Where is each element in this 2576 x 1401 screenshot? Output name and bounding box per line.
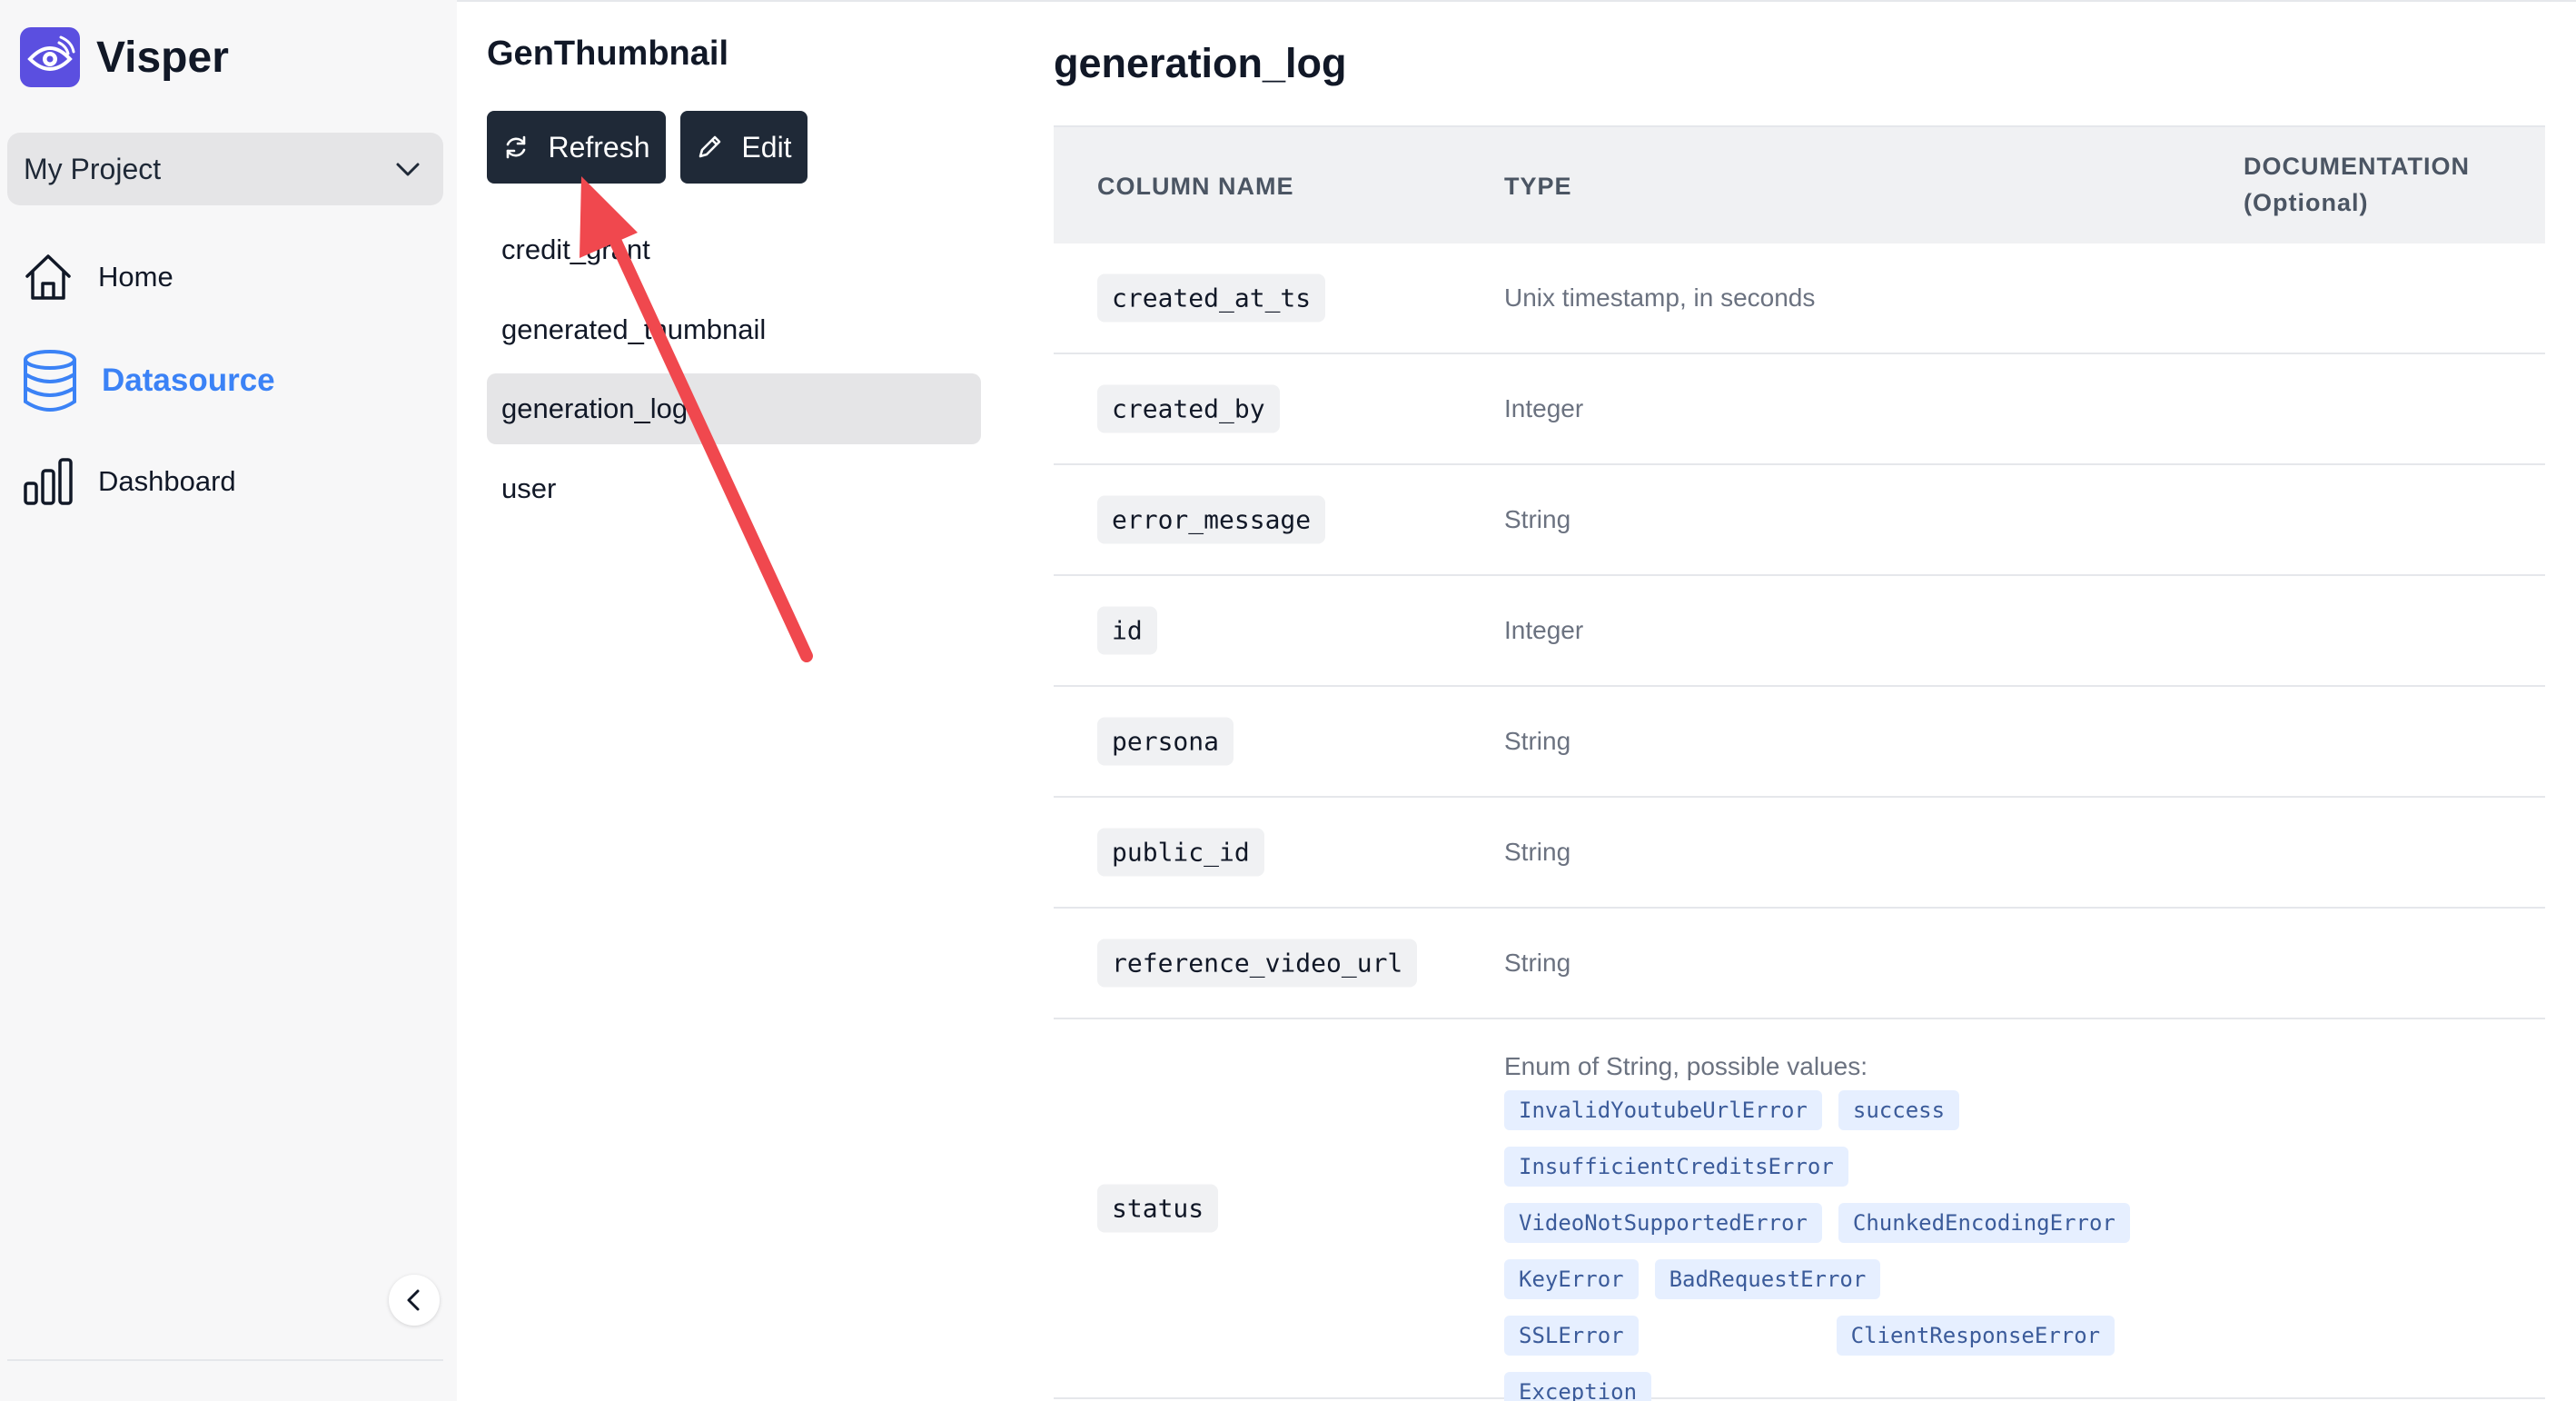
table-row: created_at_ts Unix timestamp, in seconds — [1054, 243, 2545, 354]
column-name: created_by — [1097, 384, 1280, 433]
sidebar-divider — [7, 1359, 443, 1361]
nav-item-label: Dashboard — [98, 465, 236, 497]
edit-button-label: Edit — [741, 130, 792, 164]
nav-item-label: Datasource — [102, 363, 275, 398]
table-item-credit-grant[interactable]: credit_grant — [487, 214, 981, 285]
column-name: id — [1097, 606, 1157, 655]
chevron-left-icon — [407, 1289, 420, 1311]
table-row: created_by Integer — [1054, 354, 2545, 465]
refresh-icon — [502, 134, 530, 161]
enum-intro: Enum of String, possible values: — [1504, 1052, 1868, 1080]
enum-tag: SSLError — [1504, 1316, 1639, 1356]
column-name: error_message — [1097, 495, 1326, 544]
column-name: created_at_ts — [1097, 273, 1326, 323]
enum-tag: success — [1838, 1090, 1960, 1130]
column-type: String — [1504, 727, 1571, 755]
header-column-name: COLUMN NAME — [1097, 173, 1294, 200]
table-row: id Integer — [1054, 576, 2545, 687]
table-row: error_message String — [1054, 465, 2545, 576]
edit-button[interactable]: Edit — [680, 111, 807, 184]
nav-item-dashboard[interactable]: Dashboard — [22, 456, 236, 507]
header-type: TYPE — [1504, 173, 1572, 200]
header-documentation: DOCUMENTATION — [2244, 153, 2470, 180]
datasource-name: GenThumbnail — [487, 35, 728, 73]
table-item-user[interactable]: user — [487, 453, 981, 524]
column-type: Integer — [1504, 394, 1584, 422]
nav-item-home[interactable]: Home — [22, 251, 173, 303]
database-icon — [24, 350, 76, 412]
table-item-generated-thumbnail[interactable]: generated_thumbnail — [487, 294, 981, 365]
column-type: String — [1504, 838, 1571, 866]
enum-tag: BadRequestError — [1654, 1259, 1881, 1299]
chevron-down-icon — [396, 163, 420, 176]
brand[interactable]: Visper — [20, 27, 229, 87]
refresh-button[interactable]: Refresh — [487, 111, 666, 184]
column-type: String — [1504, 949, 1571, 977]
column-name: status — [1097, 1184, 1219, 1233]
header-documentation-optional: (Optional) — [2244, 189, 2369, 216]
column-type: String — [1504, 505, 1571, 533]
bar-chart-icon — [24, 458, 73, 505]
column-type: Unix timestamp, in seconds — [1504, 283, 1816, 312]
project-select[interactable]: My Project — [7, 133, 443, 205]
table-item-generation-log[interactable]: generation_log — [487, 373, 981, 444]
schema-table: COLUMN NAME TYPE DOCUMENTATION (Optional… — [1054, 125, 2545, 1401]
enum-tag: KeyError — [1504, 1259, 1639, 1299]
sidebar: Visper My Project Home Datasource Dashbo… — [0, 0, 457, 1401]
column-name: persona — [1097, 717, 1234, 766]
schema-header: COLUMN NAME TYPE DOCUMENTATION (Optional… — [1054, 125, 2545, 243]
brand-name: Visper — [96, 33, 229, 82]
enum-tag: ChunkedEncodingError — [1838, 1203, 2130, 1243]
refresh-button-label: Refresh — [548, 130, 650, 164]
enum-values: Enum of String, possible values: Invalid… — [1504, 1052, 2195, 1401]
column-name: reference_video_url — [1097, 939, 1418, 988]
enum-tag: InsufficientCreditsError — [1504, 1147, 1848, 1187]
table-title: generation_log — [1054, 40, 1347, 86]
enum-tag: InvalidYoutubeUrlError — [1504, 1090, 1822, 1130]
enum-tag: ClientResponseError — [1836, 1316, 2115, 1356]
eye-signal-icon — [20, 27, 80, 87]
collapse-sidebar-button[interactable] — [389, 1275, 440, 1326]
home-icon — [25, 254, 71, 300]
nav-item-datasource[interactable]: Datasource — [22, 349, 275, 412]
column-type: Integer — [1504, 616, 1584, 644]
project-select-value: My Project — [24, 152, 162, 185]
table-row: reference_video_url String — [1054, 909, 2545, 1019]
nav-item-label: Home — [98, 261, 173, 293]
table-row: persona String — [1054, 687, 2545, 798]
pencil-icon — [696, 134, 723, 161]
column-name: public_id — [1097, 828, 1264, 877]
enum-tag: Exception — [1504, 1372, 1652, 1401]
table-row: public_id String — [1054, 798, 2545, 909]
enum-tag-list: InvalidYoutubeUrlError success Insuffici… — [1504, 1090, 2158, 1401]
table-row-enum: status Enum of String, possible values: … — [1054, 1019, 2545, 1401]
enum-tag: VideoNotSupportedError — [1504, 1203, 1822, 1243]
